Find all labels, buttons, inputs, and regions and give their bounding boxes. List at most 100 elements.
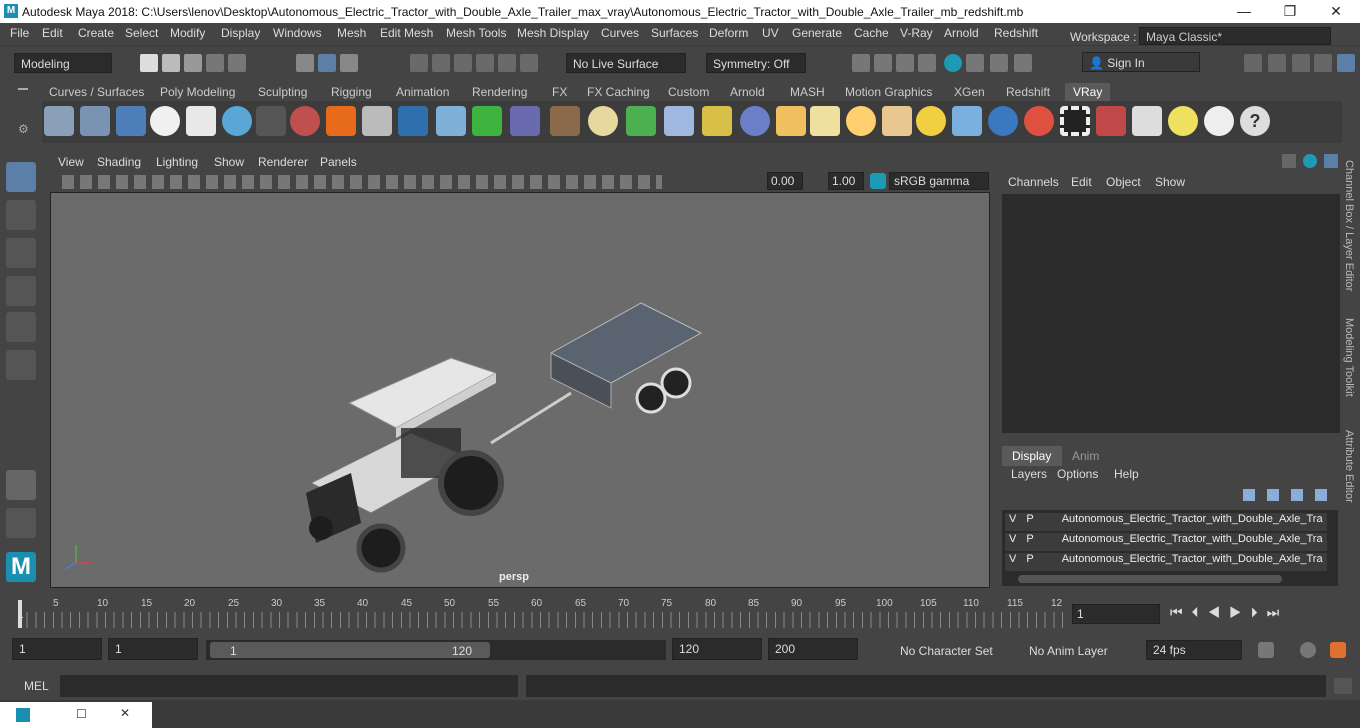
snap-surface-icon[interactable] bbox=[498, 54, 516, 72]
channels-menu[interactable]: Channels bbox=[1008, 175, 1059, 189]
animation-start-field[interactable]: 1 bbox=[12, 638, 102, 660]
vray-particles-icon[interactable] bbox=[664, 106, 694, 136]
layer-visibility[interactable]: V bbox=[1005, 553, 1020, 565]
tab-xgen[interactable]: XGen bbox=[954, 85, 985, 99]
channel-object-menu[interactable]: Object bbox=[1106, 175, 1141, 189]
tab-arnold[interactable]: Arnold bbox=[730, 85, 765, 99]
menu-cache[interactable]: Cache bbox=[854, 26, 889, 40]
single-view-layout-icon[interactable] bbox=[6, 470, 36, 500]
render-current-frame-icon[interactable] bbox=[852, 54, 870, 72]
tab-fx-caching[interactable]: FX Caching bbox=[587, 85, 650, 99]
tab-vray[interactable]: VRay bbox=[1065, 83, 1111, 101]
vray-lister-icon[interactable] bbox=[1132, 106, 1162, 136]
channel-box-icon[interactable] bbox=[1282, 154, 1296, 168]
color-space-dropdown[interactable]: sRGB gamma bbox=[889, 172, 989, 190]
vray-globe-icon[interactable] bbox=[740, 106, 770, 136]
outliner-icon[interactable] bbox=[1292, 54, 1310, 72]
layer-visibility[interactable]: V bbox=[1005, 533, 1020, 545]
help-menu[interactable]: Help bbox=[1114, 467, 1139, 481]
save-scene-icon[interactable] bbox=[184, 54, 202, 72]
vray-curve-icon[interactable] bbox=[702, 106, 732, 136]
vray-terrain-icon[interactable] bbox=[472, 106, 502, 136]
viewport-menu-view[interactable]: View bbox=[58, 155, 84, 169]
menu-edit-mesh[interactable]: Edit Mesh bbox=[380, 26, 433, 40]
viewport-menu-lighting[interactable]: Lighting bbox=[156, 155, 198, 169]
rotate-tool-icon[interactable] bbox=[6, 312, 36, 342]
viewport-menu-show[interactable]: Show bbox=[214, 155, 244, 169]
vray-sun-icon[interactable] bbox=[916, 106, 946, 136]
lasso-tool-icon[interactable] bbox=[6, 200, 36, 230]
auto-key-icon[interactable] bbox=[1300, 642, 1316, 658]
vray-render-elements-icon[interactable] bbox=[1096, 106, 1126, 136]
vray-checker-icon[interactable] bbox=[1060, 106, 1090, 136]
menu-uv[interactable]: UV bbox=[762, 26, 779, 40]
layer-row[interactable]: V P Autonomous_Electric_Tractor_with_Doubl… bbox=[1005, 553, 1327, 571]
range-slider-handle[interactable] bbox=[210, 642, 490, 658]
mel-input[interactable] bbox=[60, 675, 518, 697]
vray-vfb-icon[interactable] bbox=[116, 106, 146, 136]
viewport-toolbar-icons[interactable] bbox=[62, 175, 662, 189]
vray-dome-light-icon[interactable] bbox=[776, 106, 806, 136]
select-tool-icon[interactable] bbox=[6, 162, 36, 192]
render-sequence-icon[interactable] bbox=[874, 54, 892, 72]
vray-frame-buffer-icon[interactable] bbox=[990, 54, 1008, 72]
layer-horizontal-scrollbar[interactable] bbox=[1018, 575, 1282, 583]
channel-show-menu[interactable]: Show bbox=[1155, 175, 1185, 189]
shelf-menu-icon[interactable] bbox=[18, 88, 28, 90]
vray-cone-icon[interactable] bbox=[436, 106, 466, 136]
snap-curve-icon[interactable] bbox=[432, 54, 450, 72]
render-view-icon[interactable] bbox=[966, 54, 984, 72]
modeling-toolkit-icon[interactable] bbox=[1244, 54, 1262, 72]
tab-fx[interactable]: FX bbox=[552, 85, 567, 99]
menu-windows[interactable]: Windows bbox=[273, 26, 322, 40]
move-tool-icon[interactable] bbox=[6, 276, 36, 306]
vray-script-icon[interactable] bbox=[186, 106, 216, 136]
viewport-menu-renderer[interactable]: Renderer bbox=[258, 155, 308, 169]
current-time-indicator[interactable] bbox=[18, 600, 22, 628]
menu-deform[interactable]: Deform bbox=[709, 26, 748, 40]
persp-viewport[interactable] bbox=[50, 192, 990, 588]
vray-proxy-icon[interactable] bbox=[510, 106, 540, 136]
vray-dome-icon[interactable] bbox=[588, 106, 618, 136]
vray-sphere-light-icon[interactable] bbox=[846, 106, 876, 136]
menu-vray[interactable]: V-Ray bbox=[900, 26, 933, 40]
tab-rendering[interactable]: Rendering bbox=[472, 85, 527, 99]
fps-dropdown[interactable]: 24 fps bbox=[1146, 640, 1242, 660]
hypershade-icon[interactable] bbox=[944, 54, 962, 72]
layer-playback[interactable]: P bbox=[1020, 513, 1039, 525]
redo-icon[interactable] bbox=[228, 54, 246, 72]
animation-end-field[interactable]: 200 bbox=[768, 638, 858, 660]
current-frame-field[interactable]: 1 bbox=[1072, 604, 1160, 624]
channel-box-layer-editor-tab[interactable]: Channel Box / Layer Editor bbox=[1343, 160, 1355, 291]
vray-ies-light-icon[interactable] bbox=[882, 106, 912, 136]
paint-select-tool-icon[interactable] bbox=[6, 238, 36, 268]
vray-material-icon[interactable] bbox=[290, 106, 320, 136]
vray-help-icon[interactable]: ? bbox=[1240, 106, 1270, 136]
tab-curves-surfaces[interactable]: Curves / Surfaces bbox=[49, 85, 144, 99]
viewport-menu-shading[interactable]: Shading bbox=[97, 155, 141, 169]
select-by-component-icon[interactable] bbox=[340, 54, 358, 72]
menu-file[interactable]: File bbox=[10, 26, 29, 40]
tab-animation[interactable]: Animation bbox=[396, 85, 449, 99]
ipr-render-icon[interactable] bbox=[896, 54, 914, 72]
layer-playback[interactable]: P bbox=[1020, 553, 1039, 565]
new-scene-icon[interactable] bbox=[140, 54, 158, 72]
vray-plane-icon[interactable] bbox=[362, 106, 392, 136]
restore-icon[interactable]: ☐ bbox=[76, 707, 87, 721]
vray-frame-icon[interactable] bbox=[80, 106, 110, 136]
playback-end-field[interactable]: 120 bbox=[672, 638, 762, 660]
preferences-icon[interactable] bbox=[1330, 642, 1346, 658]
playback-controls[interactable]: ⏮⏴◀▶⏵⏭ bbox=[1170, 604, 1288, 621]
viewport-menu-panels[interactable]: Panels bbox=[320, 155, 357, 169]
tab-anim[interactable]: Anim bbox=[1072, 449, 1099, 463]
tab-sculpting[interactable]: Sculpting bbox=[258, 85, 307, 99]
snap-view-icon[interactable] bbox=[476, 54, 494, 72]
layer-row[interactable]: V P Autonomous_Electric_Tractor_with_Doubl… bbox=[1005, 533, 1327, 551]
menu-generate[interactable]: Generate bbox=[792, 26, 842, 40]
vray-sphere-icon[interactable] bbox=[222, 106, 252, 136]
vray-fur-icon[interactable] bbox=[626, 106, 656, 136]
menu-curves[interactable]: Curves bbox=[601, 26, 639, 40]
gamma-field[interactable]: 1.00 bbox=[828, 172, 864, 190]
menu-select[interactable]: Select bbox=[125, 26, 158, 40]
vray-multimatte-icon[interactable] bbox=[1024, 106, 1054, 136]
